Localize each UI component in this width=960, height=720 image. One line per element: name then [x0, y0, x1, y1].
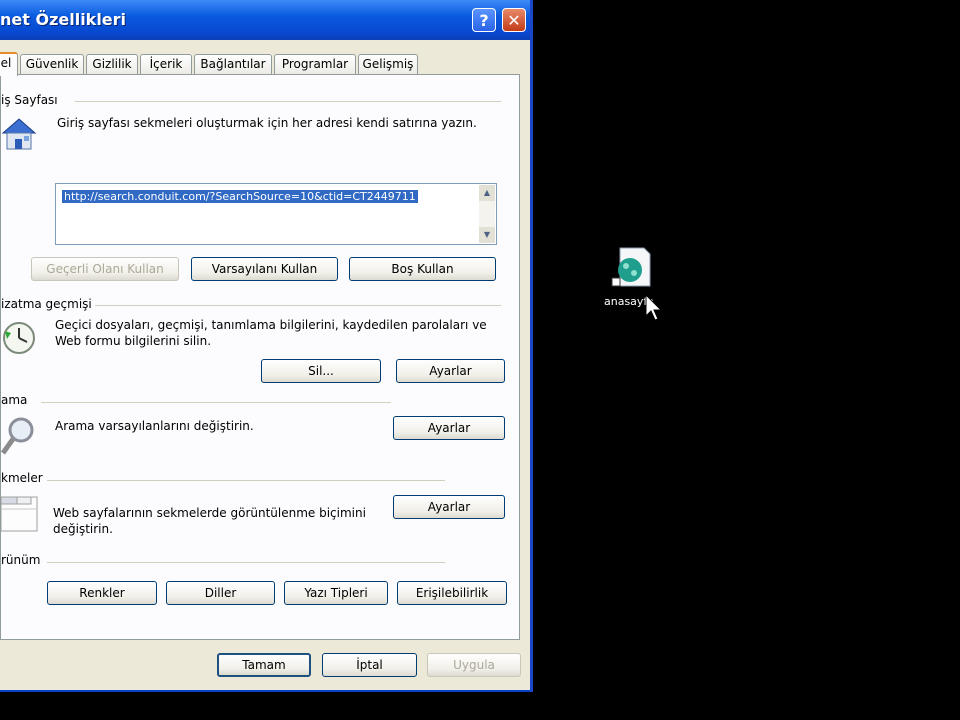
home-page-description: Giriş sayfası sekmeleri oluşturmak için … [57, 116, 477, 130]
tab-privacy[interactable]: Gizlilik [86, 54, 138, 74]
apply-button[interactable]: Uygula [427, 653, 521, 677]
group-divider [47, 480, 445, 481]
delete-history-button[interactable]: Sil... [261, 359, 381, 383]
history-settings-button[interactable]: Ayarlar [396, 359, 505, 383]
tabs-description-line2: değiştirin. [53, 522, 113, 536]
use-blank-button[interactable]: Boş Kullan [349, 257, 496, 281]
home-page-url-text: http://search.conduit.com/?SearchSource=… [62, 190, 418, 203]
fonts-button[interactable]: Yazı Tipleri [284, 581, 388, 605]
use-current-button[interactable]: Geçerli Olanı Kullan [31, 257, 179, 281]
tab-advanced[interactable]: Gelişmiş [358, 54, 418, 74]
tabbed-windows-icon [1, 496, 38, 532]
history-group-title: izatma geçmişi [1, 297, 92, 311]
languages-button[interactable]: Diller [166, 581, 275, 605]
group-divider [75, 101, 501, 102]
search-settings-button[interactable]: Ayarlar [393, 416, 505, 440]
history-clock-icon [3, 322, 35, 354]
search-description: Arama varsayılanlarını değiştirin. [55, 419, 254, 433]
web-shortcut-icon [611, 247, 651, 287]
accessibility-button[interactable]: Erişilebilirlik [397, 581, 507, 605]
history-description: Geçici dosyaları, geçmişi, tanımlama bil… [55, 318, 487, 348]
internet-options-window: net Özellikleri ? ✕ el Güvenlik Gizlilik… [0, 0, 533, 692]
cancel-button[interactable]: İptal [322, 653, 417, 677]
home-icon [1, 118, 37, 150]
title-bar[interactable]: net Özellikleri ? ✕ [0, 0, 530, 40]
help-button[interactable]: ? [472, 8, 496, 32]
search-magnifier-icon [1, 417, 34, 455]
group-divider [47, 562, 445, 563]
close-button[interactable]: ✕ [502, 8, 526, 32]
colors-button[interactable]: Renkler [47, 581, 157, 605]
home-page-url-textarea[interactable]: http://search.conduit.com/?SearchSource=… [55, 183, 497, 245]
tab-security[interactable]: Güvenlik [20, 54, 84, 74]
window-title: net Özellikleri [0, 10, 127, 29]
scroll-down-icon[interactable]: ▼ [479, 227, 495, 243]
group-divider [41, 402, 391, 403]
tab-general[interactable]: el [0, 52, 18, 76]
general-tab-panel: iş Sayfası Giriş sayfası sekmeleri oluşt… [0, 74, 520, 640]
scroll-up-icon[interactable]: ▲ [479, 185, 495, 201]
group-divider [95, 305, 501, 306]
ok-button[interactable]: Tamam [217, 653, 311, 677]
textarea-scrollbar[interactable]: ▲ ▼ [479, 185, 495, 243]
search-group-title: ama [1, 393, 28, 407]
use-default-button[interactable]: Varsayılanı Kullan [191, 257, 338, 281]
tabs-settings-button[interactable]: Ayarlar [393, 495, 505, 519]
tabs-group-title: kmeler [1, 471, 43, 485]
dialog-client: el Güvenlik Gizlilik İçerik Bağlantılar … [0, 40, 530, 690]
appearance-group-title: rünüm [1, 553, 41, 567]
tab-programs[interactable]: Programlar [274, 54, 356, 74]
tab-content[interactable]: İçerik [140, 54, 192, 74]
tabs-description-line1: Web sayfalarının sekmelerde görüntülenme… [53, 506, 366, 520]
tab-connections[interactable]: Bağlantılar [194, 54, 272, 74]
home-page-group-title: iş Sayfası [1, 93, 58, 107]
mouse-cursor-icon [645, 294, 663, 321]
